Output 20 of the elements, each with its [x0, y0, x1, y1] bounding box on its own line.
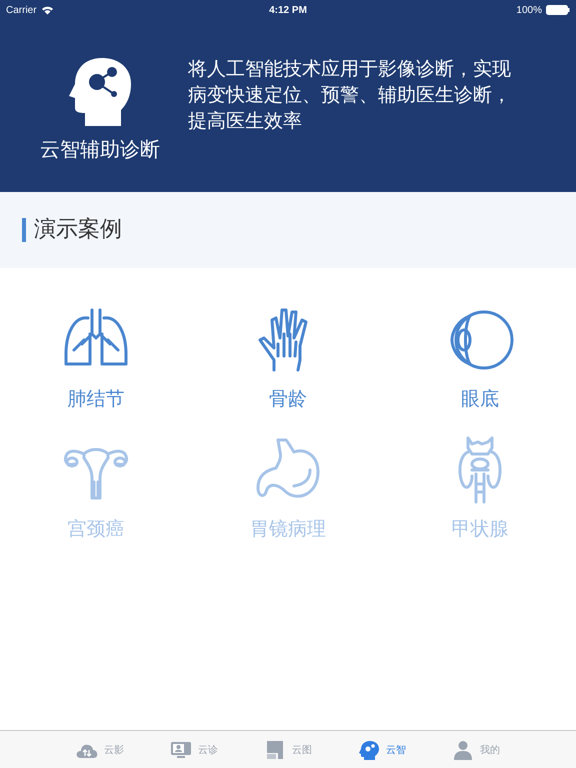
tab-button[interactable]: 我的 [448, 731, 504, 768]
monitor-icon [170, 740, 192, 760]
case-button[interactable]: 肺结节 [0, 304, 192, 412]
wifi-icon [40, 5, 54, 15]
battery-percent: 100% [516, 4, 542, 16]
tab-button[interactable]: 云智 [354, 731, 410, 768]
battery-icon [546, 5, 570, 15]
case-button[interactable]: 眼底 [384, 304, 576, 412]
case-button[interactable]: 骨龄 [192, 304, 384, 412]
head-network-icon [358, 740, 380, 760]
description-text: 将人工智能技术应用于影像诊断，实现病变快速定位、预警、辅助医生诊断，提高医生效率 [188, 57, 512, 134]
app-title: 云智辅助诊断 [40, 136, 160, 162]
carrier-label: Carrier [6, 4, 37, 16]
tab-button[interactable]: 云图 [260, 731, 316, 768]
tab-button[interactable]: 云影 [72, 731, 128, 768]
section-title: 演示案例 [22, 218, 122, 242]
tab-button[interactable]: 云诊 [166, 731, 222, 768]
person-icon [452, 740, 474, 760]
head-network-icon [69, 56, 131, 128]
clock-time: 4:12 PM [269, 4, 307, 16]
